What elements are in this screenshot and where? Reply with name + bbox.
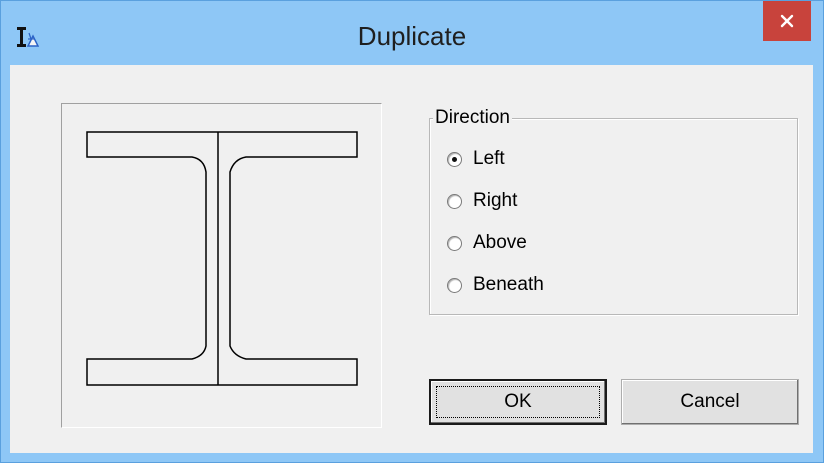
radio-right[interactable]: Right [447, 190, 517, 212]
close-icon [780, 14, 794, 28]
ibeam-section-preview [86, 131, 358, 386]
dialog-title: Duplicate [357, 21, 467, 51]
cancel-button-label: Cancel [680, 391, 740, 412]
radio-button[interactable] [447, 235, 462, 251]
section-preview-panel [61, 103, 382, 428]
radio-button-checked[interactable] [447, 151, 462, 167]
radio-beneath[interactable]: Beneath [447, 274, 544, 296]
cancel-button[interactable]: Cancel [621, 379, 799, 425]
focus-rectangle [436, 386, 600, 418]
direction-group-label: Direction [433, 107, 512, 129]
radio-right-label: Right [473, 190, 518, 211]
duplicate-dialog: Duplicate Direction Left Right Above Ben… [0, 0, 824, 463]
dialog-content: Direction Left Right Above Beneath OK Ca… [10, 65, 813, 453]
ok-button[interactable]: OK [429, 379, 607, 425]
radio-left-label: Left [473, 148, 505, 169]
radio-above[interactable]: Above [447, 232, 527, 254]
radio-beneath-label: Beneath [473, 274, 544, 295]
title-bar[interactable]: Duplicate [1, 1, 823, 65]
radio-button[interactable] [447, 277, 462, 293]
radio-button[interactable] [447, 193, 462, 209]
close-button[interactable] [763, 1, 811, 41]
radio-above-label: Above [473, 232, 527, 253]
radio-left[interactable]: Left [447, 148, 505, 170]
